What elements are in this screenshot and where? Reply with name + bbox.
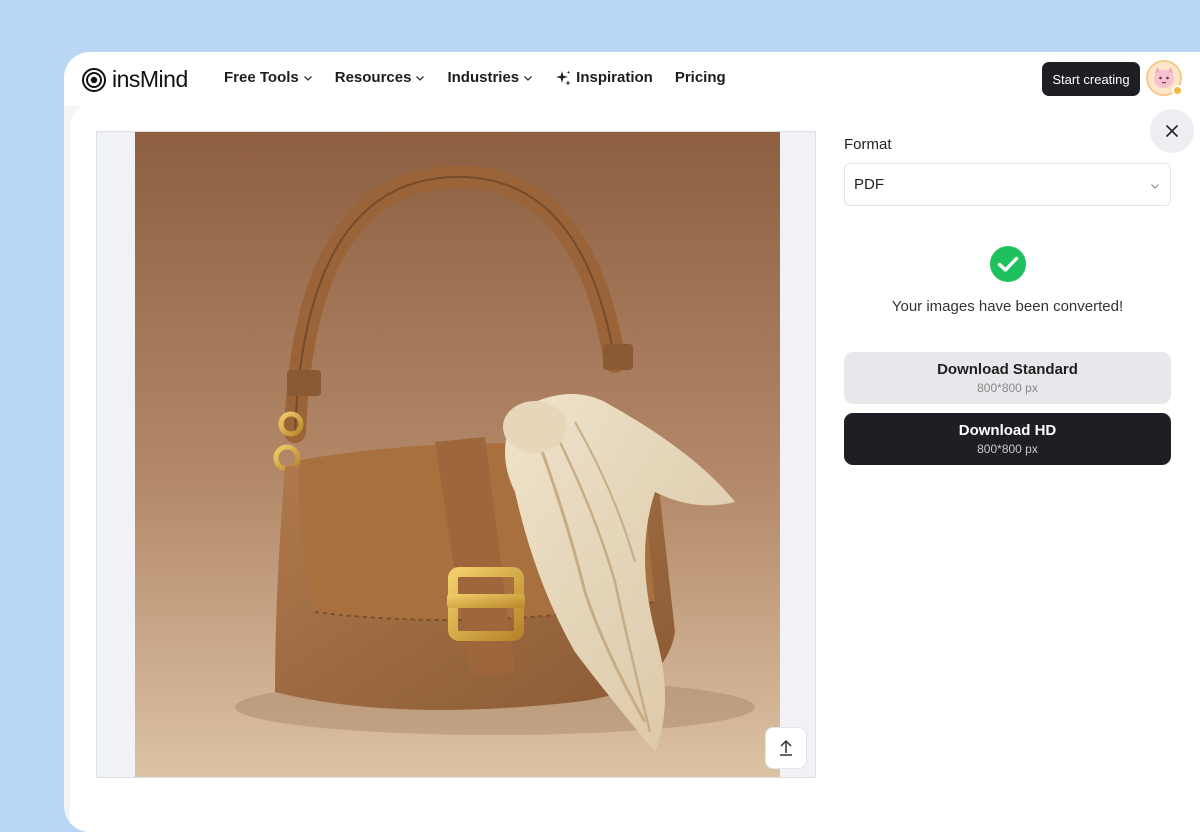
start-creating-button[interactable]: Start creating [1042, 62, 1140, 96]
nav-industries-label: Industries [447, 69, 520, 86]
nav-resources-label: Resources [334, 69, 412, 86]
download-hd-button[interactable]: Download HD 800*800 px [844, 413, 1171, 465]
success-message: Your images have been converted! [891, 298, 1124, 315]
download-standard-title: Download Standard [937, 361, 1078, 378]
chevron-down-icon [416, 75, 425, 81]
close-icon [1165, 124, 1179, 138]
brand-logo[interactable]: insMind [82, 66, 188, 93]
close-button[interactable] [1150, 109, 1194, 153]
nav-inspiration[interactable]: Inspiration [555, 69, 653, 86]
image-preview [96, 131, 816, 778]
convert-result-dialog: Format PDF Your images have been convert… [70, 104, 1200, 832]
chevron-down-icon [1151, 184, 1159, 189]
nav-pricing-label: Pricing [674, 69, 726, 86]
nav-free-tools-label: Free Tools [224, 69, 299, 86]
success-check-icon [990, 246, 1026, 282]
logo-icon [82, 67, 106, 92]
sparkle-icon [556, 70, 572, 86]
download-standard-button[interactable]: Download Standard 800*800 px [844, 352, 1171, 404]
format-select-value: PDF [854, 176, 884, 193]
app-window: insMind Free Tools Resources Industries [64, 52, 1200, 832]
format-label: Format [844, 136, 892, 153]
nav-pricing[interactable]: Pricing [675, 69, 726, 86]
brand-name: insMind [112, 66, 188, 92]
download-hd-title: Download HD [958, 422, 1057, 439]
nav-resources[interactable]: Resources [335, 69, 426, 86]
chevron-down-icon [303, 75, 312, 81]
user-avatar[interactable] [1146, 60, 1183, 96]
format-select[interactable]: PDF [844, 163, 1171, 206]
nav-industries[interactable]: Industries [447, 69, 533, 86]
upload-icon [780, 739, 792, 756]
nav-links: Free Tools Resources Industries Inspirat… [224, 69, 748, 86]
nav-free-tools[interactable]: Free Tools [224, 69, 313, 86]
top-navbar: insMind Free Tools Resources Industries [64, 52, 1200, 106]
chevron-down-icon [524, 75, 533, 81]
export-button[interactable] [765, 727, 807, 769]
avatar-badge [1172, 85, 1183, 96]
download-hd-size: 800*800 px [977, 442, 1038, 456]
nav-inspiration-label: Inspiration [576, 69, 653, 86]
handbag-photo [135, 132, 780, 777]
download-standard-size: 800*800 px [977, 381, 1038, 395]
